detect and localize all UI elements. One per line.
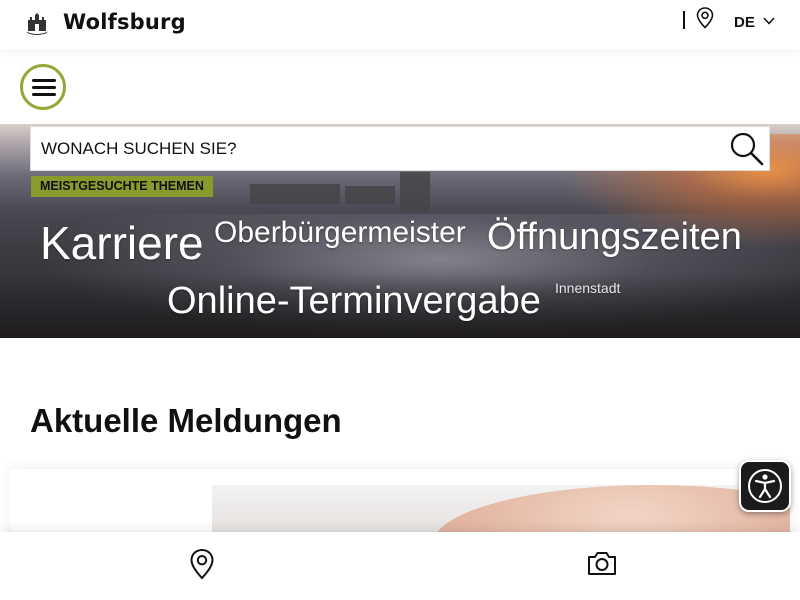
topic-link-karriere[interactable]: Karriere	[40, 216, 204, 270]
topic-link-oeffnungszeiten[interactable]: Öffnungszeiten	[487, 216, 742, 259]
search-icon[interactable]	[729, 131, 765, 167]
map-pin-icon[interactable]	[189, 548, 215, 580]
hero-building	[400, 172, 430, 212]
map-pin-icon[interactable]	[696, 7, 714, 29]
search-box	[30, 126, 770, 171]
hamburger-menu-button[interactable]	[20, 64, 66, 110]
chevron-down-icon[interactable]	[762, 14, 776, 28]
hero-building	[345, 186, 395, 204]
header-divider	[683, 11, 685, 29]
camera-icon[interactable]	[586, 549, 618, 577]
popular-topics-label: MEISTGESUCHTE THEMEN	[31, 176, 213, 197]
language-selector[interactable]: DE	[734, 14, 755, 31]
menu-line	[32, 93, 56, 96]
topic-link-online-terminvergabe[interactable]: Online-Terminvergabe	[167, 280, 541, 323]
topic-link-innenstadt[interactable]: Innenstadt	[555, 280, 620, 296]
menu-line	[32, 86, 56, 89]
wolfsburg-logo-icon[interactable]	[26, 11, 48, 35]
news-section-title: Aktuelle Meldungen	[30, 402, 342, 439]
topic-link-oberbuergermeister[interactable]: Oberbürgermeister	[214, 216, 466, 250]
menu-row	[0, 50, 800, 124]
search-input[interactable]	[31, 127, 731, 170]
menu-line	[32, 79, 56, 82]
accessibility-person-icon	[748, 469, 782, 503]
bottom-navigation	[0, 532, 800, 600]
hero-building	[250, 184, 340, 204]
brand-name[interactable]: Wolfsburg	[63, 10, 186, 34]
top-header: Wolfsburg DE	[0, 0, 800, 50]
accessibility-button[interactable]	[739, 460, 791, 512]
